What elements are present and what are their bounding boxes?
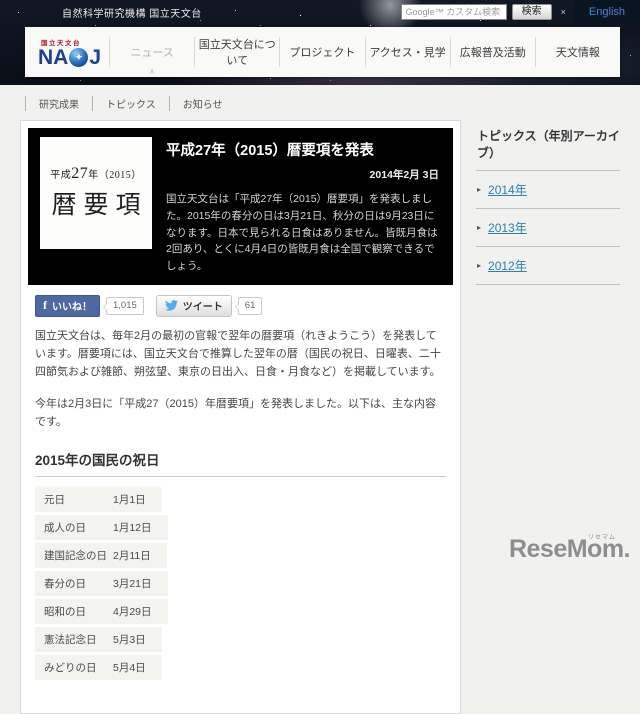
holiday-date: 1月1日	[113, 494, 146, 507]
tweet-label: ツイート	[182, 301, 223, 313]
table-row: みどりの日 5月4日	[35, 655, 162, 681]
nav-item-about[interactable]: 国立天文台について	[194, 37, 279, 67]
tweet-count-badge[interactable]: 61	[234, 296, 263, 315]
star-icon: ✦	[75, 51, 83, 62]
sidebar-item-2014[interactable]: ▸ 2014年	[476, 171, 620, 209]
sidebar-item-2013[interactable]: ▸ 2013年	[476, 209, 620, 247]
naoj-logo[interactable]: 国立天文台 NA ✦ J	[38, 37, 101, 68]
triangle-bullet-icon: ▸	[477, 223, 482, 232]
nav-item-news[interactable]: ニュース ∧	[109, 37, 194, 76]
main-navbar: 国立天文台 NA ✦ J ニュース ∧ 国立天文台について プロジェクト アクセス・…	[25, 27, 620, 77]
page-body: 研究成果 トピックス お知らせ 平成27年（2015） 暦要項 平成27年（20…	[0, 85, 640, 714]
era-suffix: 年（2015）	[88, 170, 142, 181]
close-icon[interactable]: ×	[561, 7, 566, 17]
holiday-name: みどりの日	[44, 662, 97, 675]
english-language-link[interactable]: English	[573, 0, 640, 24]
twitter-bird-icon	[164, 300, 178, 311]
holiday-name: 昭和の日	[44, 606, 86, 619]
nav-item-projects[interactable]: プロジェクト	[279, 37, 364, 67]
chevron-up-icon: ∧	[149, 67, 156, 76]
naoj-logo-globe-icon: ✦	[69, 47, 89, 67]
article-thumbnail[interactable]: 平成27年（2015） 暦要項	[40, 137, 152, 249]
facebook-icon: f	[43, 297, 47, 312]
nav-item-label: 国立天文台について	[198, 39, 276, 67]
article-paragraph-1: 国立天文台は、毎年2月の最初の官報で翌年の暦要項（れきようこう）を発表しています…	[35, 329, 441, 378]
starry-sky-banner: 自然科学研究機構 国立天文台 検索 × English 国立天文台 NA ✦ J ニ…	[0, 0, 640, 85]
content-columns: 平成27年（2015） 暦要項 平成27年（2015）暦要項を発表 2014年2…	[20, 120, 620, 714]
thumbnail-era-line: 平成27年（2015）	[40, 165, 152, 183]
nav-item-astronomy-info[interactable]: 天文情報	[534, 37, 620, 67]
era-number: 27	[71, 165, 89, 182]
custom-search-input[interactable]	[400, 4, 507, 20]
article-card: 平成27年（2015） 暦要項 平成27年（2015）暦要項を発表 2014年2…	[20, 120, 461, 714]
triangle-bullet-icon: ▸	[477, 261, 482, 270]
breadcrumb-topics[interactable]: トピックス	[92, 96, 169, 111]
organization-name: 自然科学研究機構 国立天文台	[62, 8, 202, 20]
naoj-logo-j: J	[89, 45, 102, 69]
triangle-bullet-icon: ▸	[477, 185, 482, 194]
article-date: 2014年2月 3日	[369, 169, 439, 181]
naoj-logo-wordmark: NA ✦ J	[38, 47, 101, 68]
era-prefix: 平成	[50, 170, 72, 181]
tweet-button[interactable]: ツイート	[155, 294, 232, 317]
holiday-name: 建国記念の日	[44, 550, 107, 563]
year-archive-link[interactable]: 2014年	[488, 181, 527, 198]
table-row: 昭和の日 4月29日	[35, 599, 168, 625]
nav-menu: ニュース ∧ 国立天文台について プロジェクト アクセス・見学 広報普及活動 天…	[109, 27, 620, 77]
holiday-name: 憲法記念日	[44, 634, 97, 647]
holiday-date: 5月4日	[113, 662, 146, 675]
naoj-logo-na: NA	[38, 45, 69, 69]
facebook-like-button[interactable]: f いいね！	[35, 294, 100, 317]
nav-item-label: 天文情報	[555, 47, 600, 59]
featured-article-box: 平成27年（2015） 暦要項 平成27年（2015）暦要項を発表 2014年2…	[28, 128, 453, 285]
year-archive-link[interactable]: 2012年	[488, 257, 527, 274]
breadcrumb-research-results[interactable]: 研究成果	[25, 96, 92, 111]
nav-item-label: ニュース	[130, 47, 174, 59]
social-share-bar: f いいね！ 1,015 ツイート 61	[35, 294, 453, 317]
holiday-name: 成人の日	[44, 522, 86, 535]
holidays-section-heading: 2015年の国民の祝日	[35, 449, 446, 478]
table-row: 憲法記念日 5月3日	[35, 627, 162, 653]
year-archive-link[interactable]: 2013年	[488, 219, 527, 236]
holiday-date: 4月29日	[113, 606, 152, 619]
thumbnail-title: 暦要項	[51, 192, 148, 219]
holiday-date: 3月21日	[113, 578, 152, 591]
nav-item-label: プロジェクト	[289, 47, 356, 59]
topbar-right-group: 検索 × English	[400, 0, 640, 24]
holiday-date: 2月11日	[113, 550, 151, 563]
article-paragraph-2: 今年は2月3日に「平成27（2015）年暦要項」を発表しました。以下は、主な内容…	[35, 398, 436, 429]
like-label: いいね！	[52, 301, 92, 313]
table-row: 建国記念の日 2月11日	[35, 543, 167, 569]
like-count-badge[interactable]: 1,015	[103, 296, 144, 315]
holiday-name: 元日	[44, 494, 65, 507]
holiday-date: 5月3日	[113, 634, 146, 647]
nav-item-access[interactable]: アクセス・見学	[364, 37, 450, 67]
holiday-name: 春分の日	[44, 578, 86, 591]
nav-item-outreach[interactable]: 広報普及活動	[449, 37, 535, 67]
breadcrumb-notice[interactable]: お知らせ	[168, 96, 236, 111]
nav-item-label: アクセス・見学	[369, 47, 446, 59]
utility-topbar: 自然科学研究機構 国立天文台 検索 × English	[0, 0, 640, 24]
table-row: 成人の日 1月12日	[35, 515, 168, 541]
article-title: 平成27年（2015）暦要項を発表	[166, 143, 374, 159]
table-row: 元日 1月1日	[35, 487, 162, 513]
sidebar-title: トピックス（年別アーカイブ）	[476, 127, 620, 171]
nav-item-label: 広報普及活動	[459, 47, 526, 59]
table-row: 春分の日 3月21日	[35, 571, 168, 597]
holidays-table: 元日 1月1日 成人の日 1月12日 建国記念の日 2月11日 春分の日 3月2…	[35, 487, 446, 681]
sidebar-item-2012[interactable]: ▸ 2012年	[476, 247, 620, 285]
resemom-logo-ruby: リセマム	[587, 535, 616, 541]
topics-archive-sidebar: トピックス（年別アーカイブ） ▸ 2014年 ▸ 2013年 ▸ 2012年	[476, 120, 620, 285]
article-summary: 国立天文台は「平成27年（2015）暦要項」を発表しました。2015年の春分の日…	[166, 193, 438, 273]
breadcrumb: 研究成果 トピックス お知らせ	[25, 96, 640, 111]
naoj-logo-kanji: 国立天文台	[41, 39, 81, 47]
holiday-date: 1月12日	[113, 522, 152, 535]
search-button[interactable]: 検索	[511, 4, 552, 20]
featured-article-text: 平成27年（2015）暦要項を発表 2014年2月 3日 国立天文台は「平成27…	[166, 137, 441, 275]
resemom-logo: リセマム ReseMom.	[509, 535, 631, 564]
